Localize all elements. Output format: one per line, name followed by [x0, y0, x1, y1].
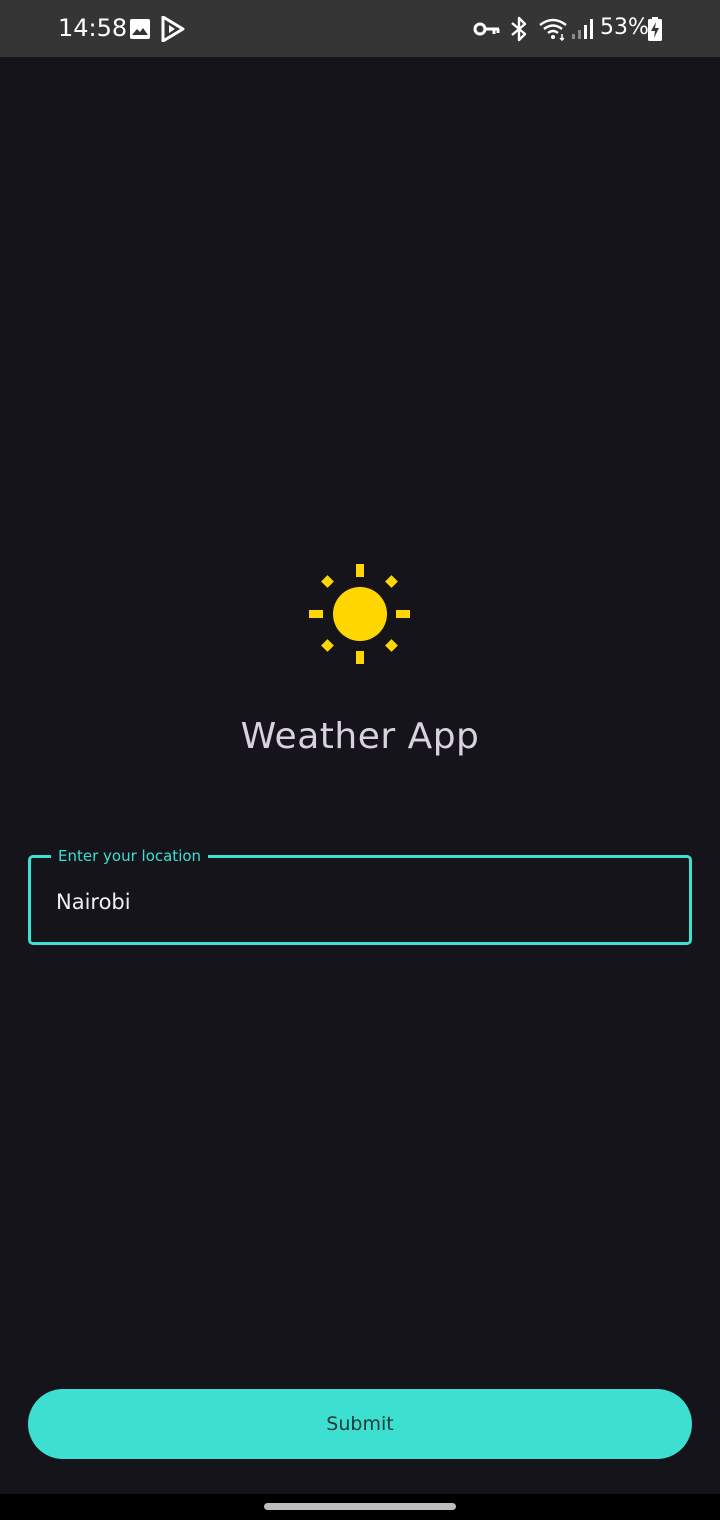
wifi-icon — [538, 15, 568, 43]
navigation-bar — [0, 1494, 720, 1520]
sun-icon — [305, 560, 415, 670]
vpn-key-icon — [473, 15, 501, 43]
battery-percent: 53% — [600, 15, 649, 40]
weather-app-screen: 14:58 53% Weather App Enter your locatio… — [0, 0, 720, 1520]
status-time: 14:58 — [58, 14, 128, 42]
location-input[interactable] — [56, 885, 656, 919]
submit-button[interactable]: Submit — [28, 1389, 692, 1459]
bluetooth-icon — [509, 15, 529, 43]
app-title: Weather App — [240, 716, 480, 757]
home-gesture-handle[interactable] — [264, 1503, 456, 1510]
gallery-icon — [129, 15, 151, 43]
cell-signal-icon — [571, 15, 593, 43]
play-store-icon — [161, 15, 185, 43]
location-field[interactable]: Enter your location — [28, 846, 692, 945]
status-bar: 14:58 53% — [0, 0, 720, 57]
location-field-label: Enter your location — [51, 846, 209, 866]
battery-charging-icon — [648, 15, 662, 43]
